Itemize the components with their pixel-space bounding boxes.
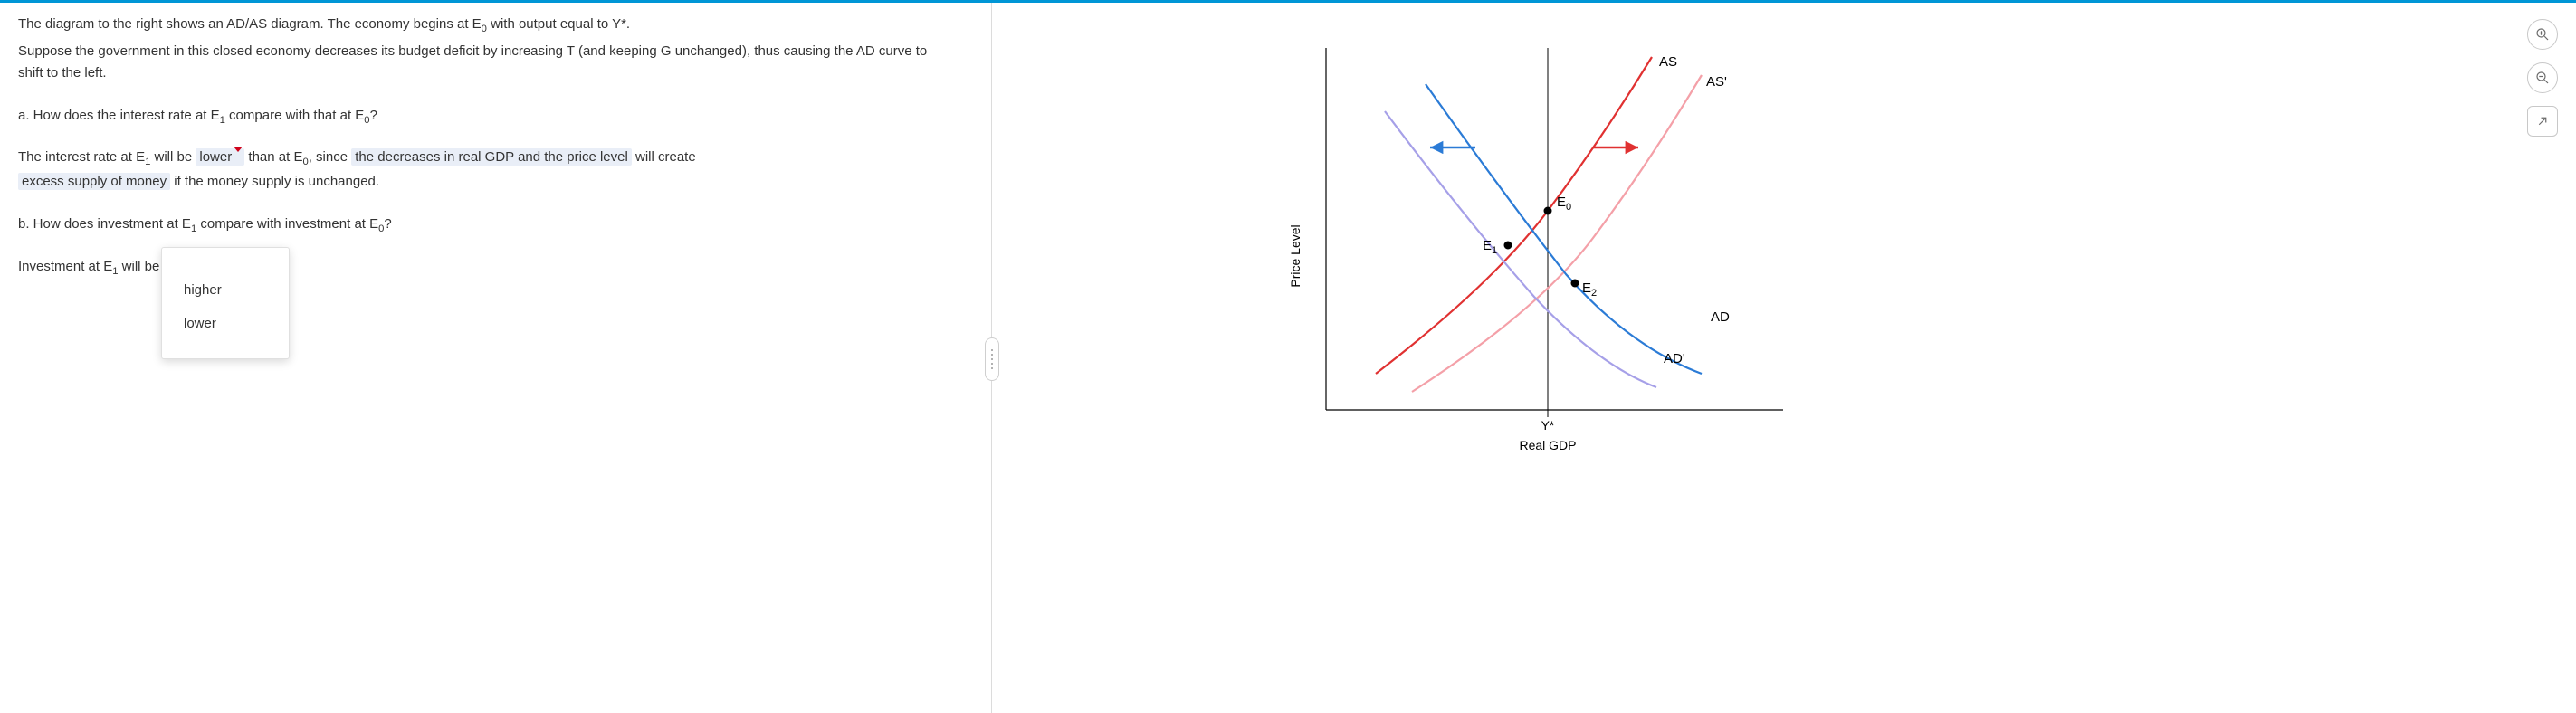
label-as-prime: AS' <box>1706 74 1727 90</box>
text: will be <box>118 259 163 274</box>
text: ? <box>370 108 377 123</box>
sub: 1 <box>1492 245 1497 256</box>
zoom-out-button[interactable] <box>2527 62 2558 93</box>
text: will be <box>150 149 196 165</box>
investment-dropdown-list[interactable]: higher lower <box>161 247 290 359</box>
svg-text:E2: E2 <box>1582 280 1597 299</box>
intro-line-2: Suppose the government in this closed ec… <box>18 41 941 83</box>
ad-as-diagram: E0 E1 E2 AS AS' AD AD' Price Level Y* Re… <box>1276 30 1810 464</box>
question-b: b. How does investment at E1 compare wit… <box>18 214 941 237</box>
label-ad-prime: AD' <box>1664 351 1685 366</box>
sub: 2 <box>1591 288 1597 299</box>
text: will create <box>635 149 696 165</box>
label-e2: E <box>1582 280 1591 296</box>
dropdown-option-higher[interactable]: higher <box>162 273 289 307</box>
filled-answer-lower[interactable]: lower <box>196 148 244 166</box>
svg-text:E0: E0 <box>1557 195 1571 213</box>
text: a. How does the interest rate at E <box>18 108 220 123</box>
filled-answer-excess-supply[interactable]: excess supply of money <box>18 173 170 190</box>
text: with output equal to Y*. <box>487 16 630 32</box>
text: compare with that at E <box>225 108 364 123</box>
open-external-button[interactable] <box>2527 106 2558 137</box>
svg-text:E1: E1 <box>1483 238 1497 256</box>
text: than at E <box>248 149 302 165</box>
text: if the money supply is unchanged. <box>174 174 379 189</box>
diagram-tools <box>2527 19 2558 137</box>
text: Investment at E <box>18 259 112 274</box>
pane-resize-handle[interactable] <box>985 337 999 381</box>
zoom-in-icon <box>2534 26 2551 43</box>
label-e0: E <box>1557 195 1566 210</box>
question-text-block: The diagram to the right shows an AD/AS … <box>18 14 941 283</box>
text: compare with investment at E <box>196 216 378 232</box>
answer-a: The interest rate at E1 will be lower th… <box>18 147 941 192</box>
text: The diagram to the right shows an AD/AS … <box>18 16 482 32</box>
answer-b: Investment at E1 will be than at E0. <box>18 256 941 280</box>
question-a: a. How does the interest rate at E1 comp… <box>18 105 941 128</box>
y-axis-label: Price Level <box>1288 224 1302 287</box>
open-external-icon <box>2534 113 2551 129</box>
intro-line-1: The diagram to the right shows an AD/AS … <box>18 14 941 37</box>
filled-answer-gdp-price[interactable]: the decreases in real GDP and the price … <box>351 148 632 166</box>
zoom-out-icon <box>2534 70 2551 86</box>
x-axis-label: Real GDP <box>1519 438 1576 452</box>
zoom-in-button[interactable] <box>2527 19 2558 50</box>
text: The interest rate at E <box>18 149 145 165</box>
dropdown-option-lower[interactable]: lower <box>162 307 289 340</box>
label-ad: AD <box>1711 309 1730 325</box>
text: b. How does investment at E <box>18 216 191 232</box>
label-as: AS <box>1659 54 1677 70</box>
x-tick-ystar: Y* <box>1541 418 1555 433</box>
text: , since <box>309 149 352 165</box>
sub: 0 <box>1566 202 1571 213</box>
label-e1: E <box>1483 238 1492 253</box>
text: ? <box>384 216 391 232</box>
